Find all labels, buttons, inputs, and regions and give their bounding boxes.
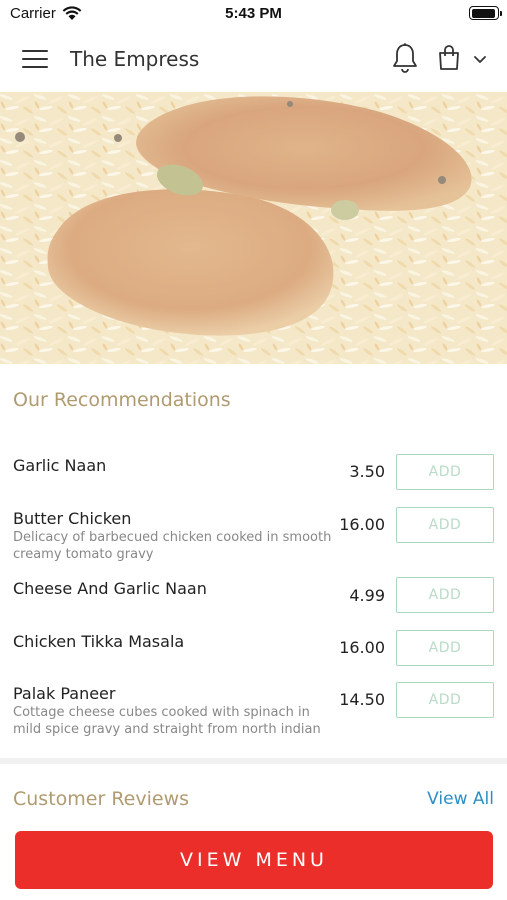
menu-item-name: Chicken Tikka Masala bbox=[13, 632, 185, 651]
status-bar: Carrier 5:43 PM bbox=[0, 0, 507, 28]
menu-item-price: 16.00 bbox=[339, 515, 385, 534]
view-menu-button[interactable]: VIEW MENU bbox=[15, 831, 493, 889]
add-button-butter-chicken[interactable]: ADD bbox=[396, 507, 494, 543]
bell-icon[interactable] bbox=[391, 42, 419, 74]
battery-fill bbox=[471, 8, 496, 18]
menu-item-price: 4.99 bbox=[349, 586, 385, 605]
view-all-reviews-link[interactable]: View All bbox=[427, 789, 494, 809]
menu-item-description: Cottage cheese cubes cooked with spinach… bbox=[13, 705, 321, 737]
menu-icon[interactable] bbox=[22, 50, 48, 70]
menu-item-description: Delicacy of barbecued chicken cooked in … bbox=[13, 530, 332, 562]
biryani-illustration bbox=[0, 92, 507, 364]
menu-item-name: Cheese And Garlic Naan bbox=[13, 579, 207, 598]
status-time: 5:43 PM bbox=[225, 5, 282, 22]
recommendations-title: Our Recommendations bbox=[13, 389, 231, 411]
battery-icon bbox=[469, 6, 502, 20]
menu-item-price: 16.00 bbox=[339, 638, 385, 657]
menu-item-name: Garlic Naan bbox=[13, 456, 107, 475]
add-button-palak-paneer[interactable]: ADD bbox=[396, 682, 494, 718]
menu-item-name: Palak Paneer bbox=[13, 684, 116, 703]
chevron-down-icon[interactable] bbox=[472, 52, 488, 66]
add-button-chicken-tikka-masala[interactable]: ADD bbox=[396, 630, 494, 666]
shopping-bag-icon[interactable] bbox=[437, 44, 461, 72]
add-button-cheese-garlic-naan[interactable]: ADD bbox=[396, 577, 494, 613]
restaurant-title: The Empress bbox=[70, 47, 200, 71]
hero-food-image bbox=[0, 92, 507, 364]
app-header: The Empress bbox=[0, 28, 507, 92]
menu-item-price: 14.50 bbox=[339, 690, 385, 709]
menu-item-price: 3.50 bbox=[349, 462, 385, 481]
menu-item-name: Butter Chicken bbox=[13, 509, 132, 528]
customer-reviews-title: Customer Reviews bbox=[13, 788, 190, 810]
add-button-garlic-naan[interactable]: ADD bbox=[396, 454, 494, 490]
section-divider bbox=[0, 758, 507, 764]
